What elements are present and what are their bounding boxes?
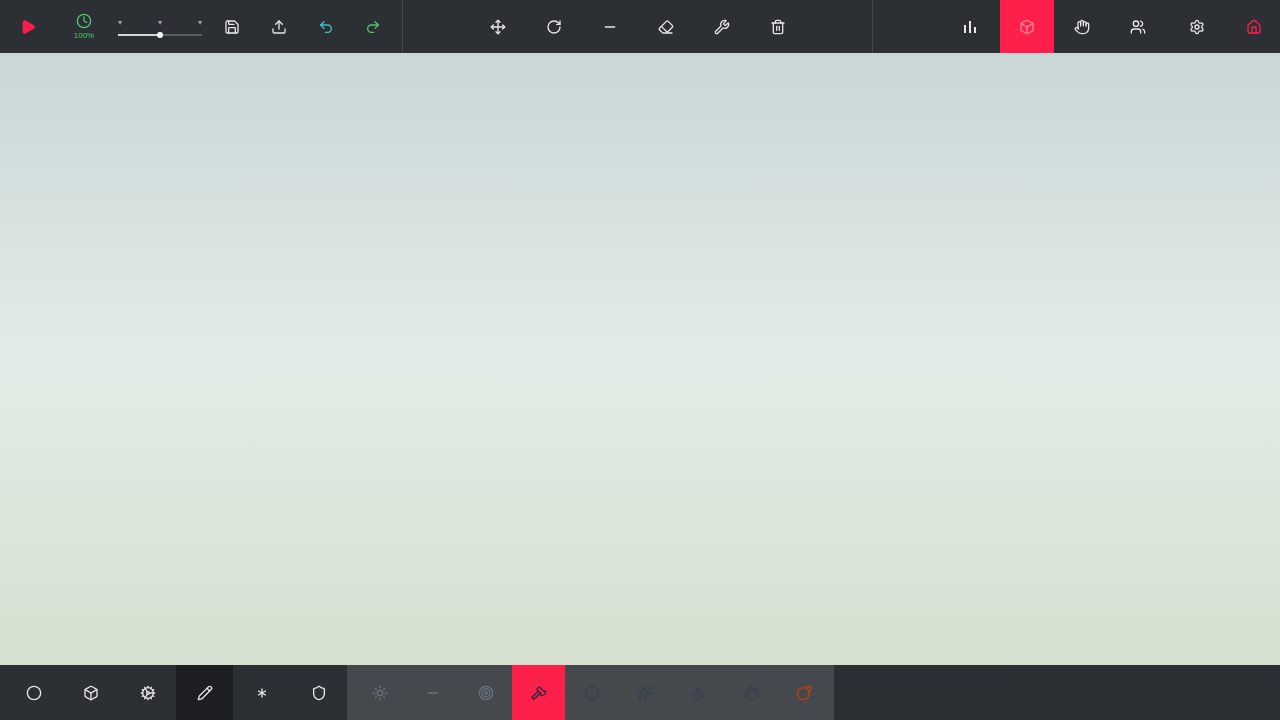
block-button[interactable] — [512, 665, 565, 720]
blade-icon — [531, 685, 547, 701]
build-tool-button[interactable] — [694, 0, 750, 53]
view-tool-button[interactable] — [1110, 0, 1166, 53]
players-icon — [1130, 19, 1146, 35]
game-scene[interactable] — [0, 53, 1280, 665]
file-tool-button[interactable] — [208, 0, 255, 53]
category-button[interactable] — [290, 665, 347, 720]
top-toolbar: 100% ▾ ▾ ▾ — [0, 0, 1280, 53]
mechanical-icon — [140, 685, 156, 701]
blocks-icon — [83, 685, 99, 701]
block-button[interactable] — [353, 665, 406, 720]
home-icon — [1246, 19, 1262, 35]
flight-icon — [254, 685, 270, 701]
slider-fill — [118, 34, 160, 36]
category-group — [0, 665, 347, 720]
build-tool-button[interactable] — [750, 0, 806, 53]
slider-thumb[interactable] — [157, 32, 163, 38]
slider-mark: ▾ — [158, 18, 162, 28]
play-icon — [20, 19, 36, 35]
block-button[interactable] — [565, 665, 618, 720]
file-tool-button[interactable] — [255, 0, 302, 53]
time-scale: 100% — [56, 13, 112, 41]
time-scale-reading: 100% — [74, 31, 94, 41]
clock-icon — [76, 13, 92, 29]
time-slider[interactable]: ▾ ▾ ▾ — [112, 0, 208, 53]
spike-ball-icon — [372, 685, 388, 701]
redo-icon — [365, 19, 381, 35]
file-tool-button[interactable] — [349, 0, 396, 53]
load-icon — [271, 19, 287, 35]
build-group — [403, 0, 873, 53]
view-tool-button[interactable] — [1228, 0, 1280, 53]
file-group: 100% ▾ ▾ ▾ — [0, 0, 403, 53]
spike-icon — [425, 685, 441, 701]
category-button[interactable] — [62, 665, 119, 720]
bottom-toolbar — [0, 665, 1280, 720]
build-tool-button[interactable] — [526, 0, 582, 53]
view-tool-button[interactable] — [1166, 0, 1228, 53]
category-button[interactable] — [5, 665, 62, 720]
slider-mark: ▾ — [198, 18, 202, 28]
build-tool-button[interactable] — [470, 0, 526, 53]
bomb-icon — [796, 685, 812, 701]
view-tool-button[interactable] — [1054, 0, 1110, 53]
rotate-icon — [546, 19, 562, 35]
simulate-button[interactable] — [0, 0, 56, 53]
basic-icon — [26, 685, 42, 701]
wrench-icon — [714, 19, 730, 35]
flamethrower-icon — [690, 685, 706, 701]
block-button[interactable] — [724, 665, 777, 720]
view-group — [873, 0, 1280, 53]
build-tool-button[interactable] — [582, 0, 638, 53]
mirror-icon — [602, 19, 618, 35]
category-button[interactable] — [119, 665, 176, 720]
pin-icon — [1074, 19, 1090, 35]
grabber-icon — [743, 685, 759, 701]
eraser-icon — [658, 19, 674, 35]
armour-icon — [311, 685, 327, 701]
weapons-icon — [197, 685, 213, 701]
saw-icon — [478, 685, 494, 701]
game-window: 100% ▾ ▾ ▾ — [0, 0, 1280, 720]
gear-icon — [1189, 19, 1205, 35]
undo-icon — [318, 19, 334, 35]
block-button[interactable] — [618, 665, 671, 720]
trash-icon — [770, 19, 786, 35]
block-button[interactable] — [777, 665, 830, 720]
file-tool-button[interactable] — [302, 0, 349, 53]
category-button[interactable] — [176, 665, 233, 720]
crossbow-icon — [637, 685, 653, 701]
block-button[interactable] — [671, 665, 724, 720]
block-button[interactable] — [406, 665, 459, 720]
slider-mark: ▾ — [118, 18, 122, 28]
view-tool-button[interactable] — [940, 0, 1000, 53]
stats-icon — [962, 19, 978, 35]
slider-track — [118, 34, 202, 36]
cube-icon — [1019, 19, 1035, 35]
build-tool-button[interactable] — [638, 0, 694, 53]
block-button[interactable] — [459, 665, 512, 720]
view-tool-button[interactable] — [1000, 0, 1054, 53]
category-button[interactable] — [233, 665, 290, 720]
cannon-icon — [584, 685, 600, 701]
block-group — [347, 665, 834, 720]
save-icon — [224, 19, 240, 35]
move-icon — [490, 19, 506, 35]
